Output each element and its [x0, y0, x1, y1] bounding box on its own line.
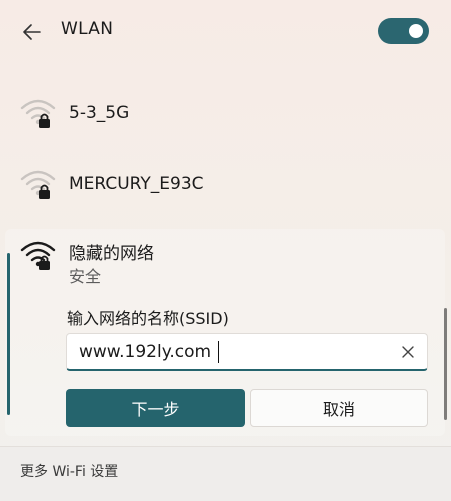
wifi-lock-icon — [20, 170, 56, 199]
close-icon — [402, 346, 414, 358]
cancel-button[interactable]: 取消 — [250, 389, 428, 427]
wifi-lock-icon — [20, 241, 56, 270]
wifi-lock-icon — [20, 99, 56, 128]
ssid-label: 输入网络的名称(SSID) — [67, 309, 229, 328]
next-button[interactable]: 下一步 — [66, 389, 245, 427]
text-caret — [218, 341, 219, 363]
header: WLAN — [0, 0, 451, 62]
ssid-input[interactable]: www.192ly.com — [66, 333, 428, 371]
wlan-toggle[interactable] — [378, 18, 429, 44]
network-name: 5-3_5G — [69, 103, 130, 123]
selection-indicator — [7, 253, 10, 415]
ssid-input-value: www.192ly.com — [79, 342, 212, 362]
network-item[interactable]: MERCURY_E93C — [0, 155, 451, 215]
footer: 更多 Wi-Fi 设置 — [0, 446, 451, 501]
more-wifi-settings-link[interactable]: 更多 Wi-Fi 设置 — [20, 461, 118, 481]
toggle-knob — [409, 24, 423, 38]
network-item[interactable]: 5-3_5G — [0, 84, 451, 144]
back-button[interactable] — [18, 18, 46, 46]
scrollbar[interactable] — [444, 308, 447, 420]
hidden-network-status: 安全 — [69, 267, 102, 286]
clear-button[interactable] — [399, 343, 417, 361]
network-name: MERCURY_E93C — [69, 174, 204, 194]
hidden-network-name: 隐藏的网络 — [69, 244, 154, 264]
page-title: WLAN — [61, 19, 114, 39]
arrow-left-icon — [23, 24, 41, 40]
